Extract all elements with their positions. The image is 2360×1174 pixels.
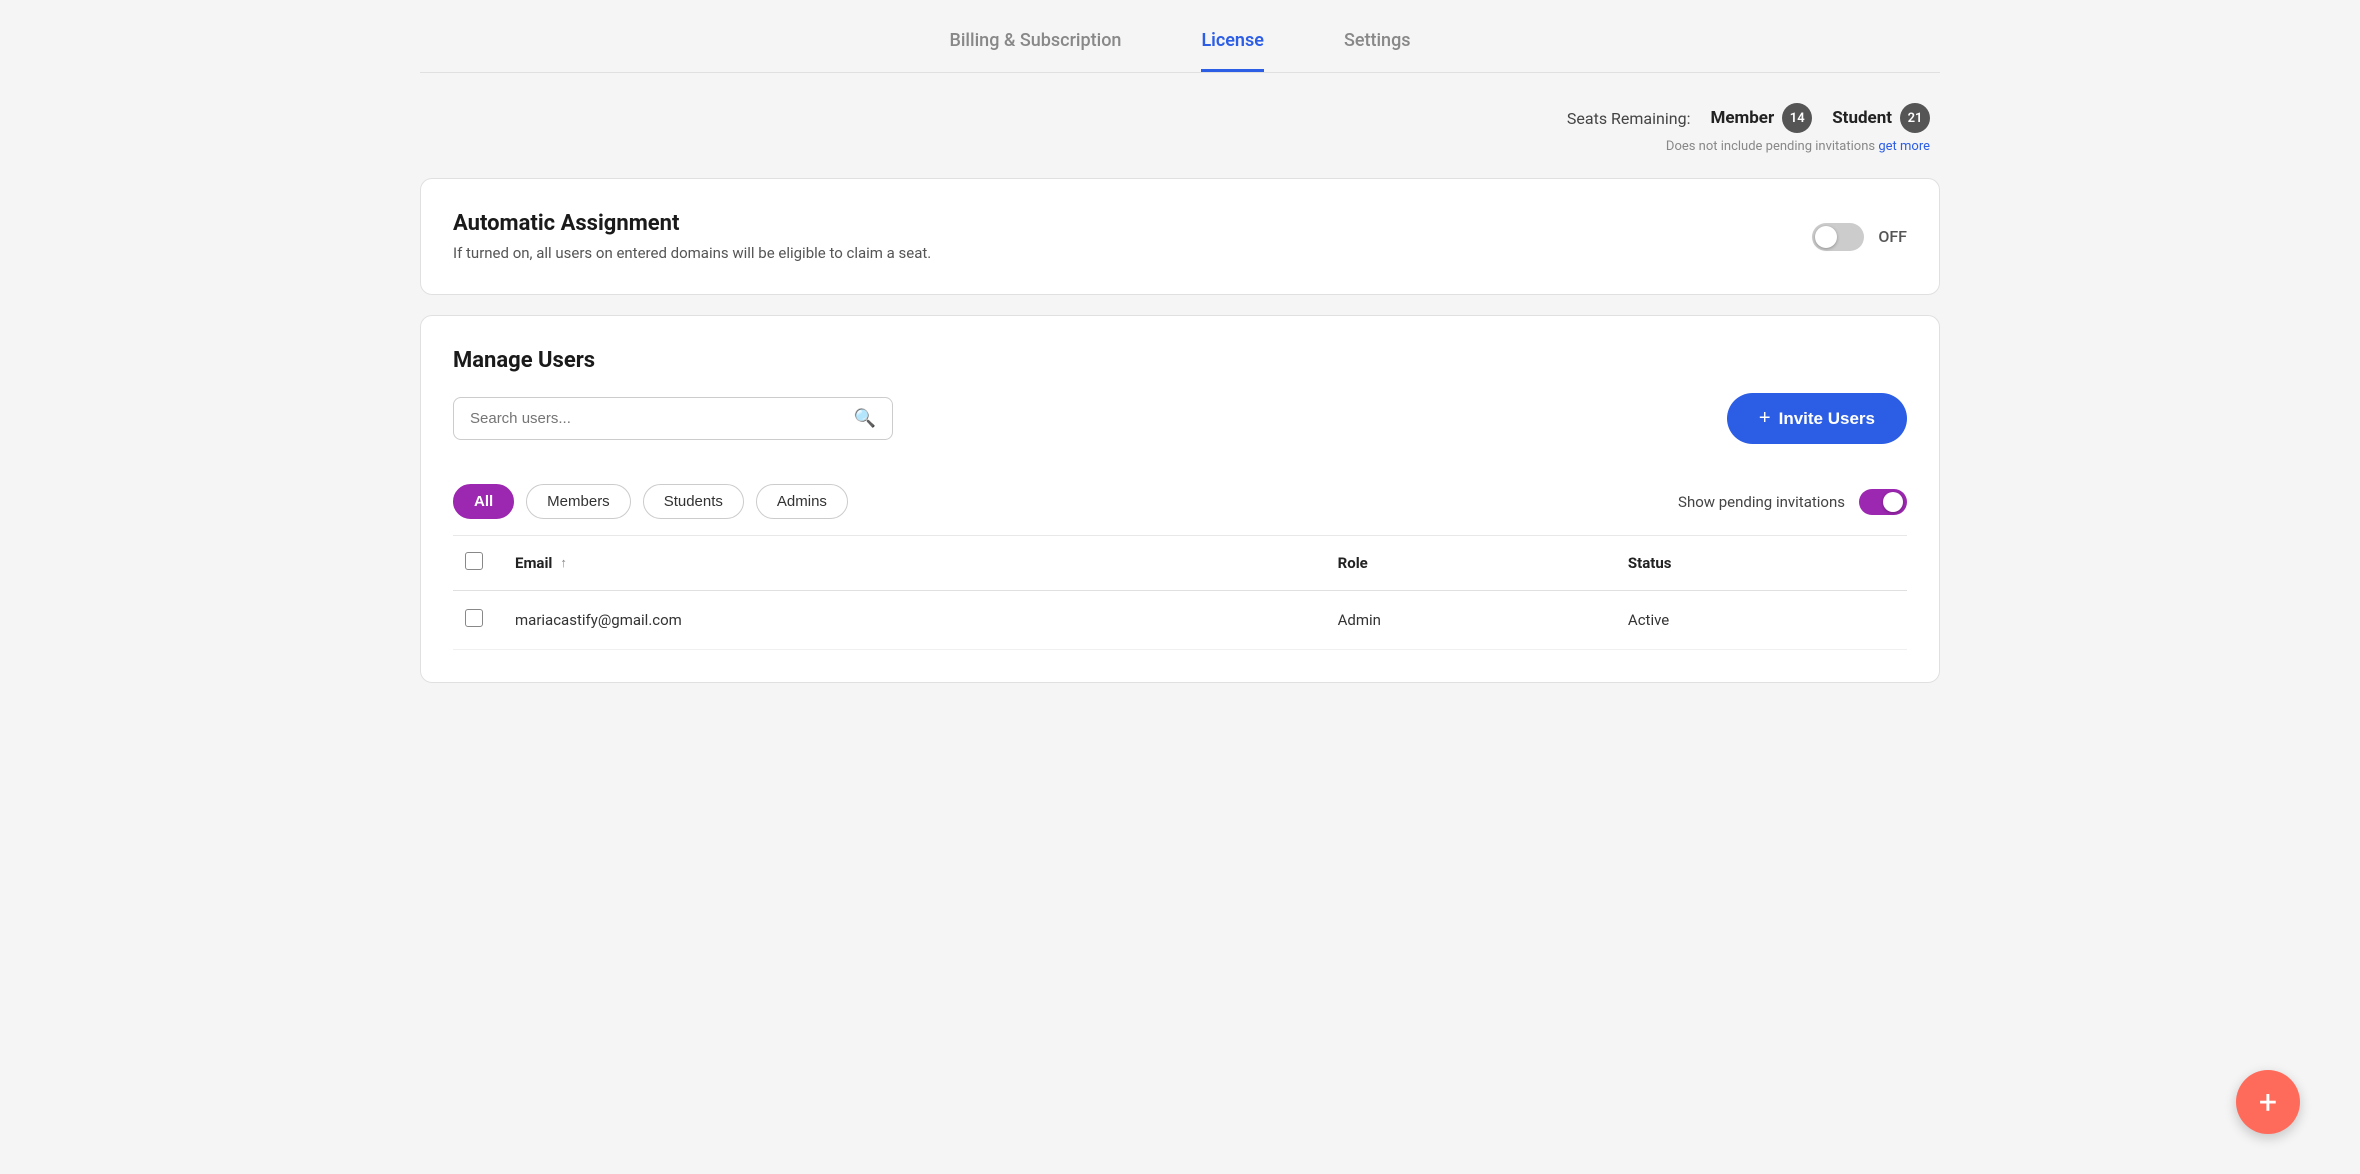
table-body: mariacastify@gmail.com Admin Active	[453, 591, 1907, 650]
member-count-badge: 14	[1782, 103, 1812, 133]
auto-assignment-title: Automatic Assignment	[453, 211, 931, 236]
student-count-badge: 21	[1900, 103, 1930, 133]
search-input[interactable]	[470, 410, 854, 427]
invite-users-label: Invite Users	[1779, 409, 1875, 429]
email-column-label: Email	[515, 554, 552, 572]
tab-bar: Billing & Subscription License Settings	[420, 0, 1940, 73]
table-header-email[interactable]: Email ↑	[503, 536, 1326, 591]
student-seat-group: Student 21	[1832, 103, 1930, 133]
invite-plus-icon: +	[1759, 407, 1771, 430]
table-header: Email ↑ Role Status	[453, 536, 1907, 591]
select-all-checkbox[interactable]	[465, 552, 483, 570]
manage-users-card: Manage Users 🔍 + Invite Users All Member…	[420, 315, 1940, 683]
pending-toggle-row: Show pending invitations	[1678, 489, 1907, 515]
user-table: Email ↑ Role Status mariacastify@gmail.c…	[453, 536, 1907, 650]
row-checkbox-cell	[453, 591, 503, 650]
seats-label: Seats Remaining:	[1567, 109, 1691, 128]
fab-icon: +	[2259, 1083, 2277, 1121]
seats-section: Seats Remaining: Member 14 Student 21 Do…	[420, 103, 1940, 154]
member-seat-group: Member 14	[1710, 103, 1812, 133]
auto-assignment-card: Automatic Assignment If turned on, all u…	[420, 178, 1940, 295]
pending-invitations-toggle[interactable]	[1859, 489, 1907, 515]
student-label: Student	[1832, 108, 1892, 128]
search-icon: 🔍	[854, 408, 876, 429]
search-box[interactable]: 🔍	[453, 397, 893, 440]
tab-settings[interactable]: Settings	[1344, 30, 1411, 72]
table-header-role: Role	[1326, 536, 1616, 591]
auto-assignment-text: Automatic Assignment If turned on, all u…	[453, 211, 931, 262]
row-email: mariacastify@gmail.com	[503, 591, 1326, 650]
auto-assignment-toggle-area: OFF	[1812, 223, 1907, 251]
get-more-link[interactable]: get more	[1878, 139, 1930, 154]
filter-row: All Members Students Admins Show pending…	[453, 468, 1907, 536]
tab-billing[interactable]: Billing & Subscription	[949, 30, 1121, 72]
auto-assignment-toggle-label: OFF	[1878, 227, 1907, 246]
manage-users-title: Manage Users	[453, 348, 1907, 373]
invite-users-button[interactable]: + Invite Users	[1727, 393, 1907, 444]
filter-tabs: All Members Students Admins	[453, 484, 848, 519]
filter-tab-students[interactable]: Students	[643, 484, 744, 519]
filter-tab-members[interactable]: Members	[526, 484, 631, 519]
row-role: Admin	[1326, 591, 1616, 650]
member-label: Member	[1710, 108, 1774, 128]
search-invite-row: 🔍 + Invite Users	[453, 393, 1907, 444]
filter-tab-admins[interactable]: Admins	[756, 484, 848, 519]
table-header-checkbox	[453, 536, 503, 591]
email-sort-icon: ↑	[560, 555, 567, 571]
auto-assignment-toggle[interactable]	[1812, 223, 1864, 251]
table-header-status: Status	[1616, 536, 1907, 591]
row-checkbox[interactable]	[465, 609, 483, 627]
auto-assignment-description: If turned on, all users on entered domai…	[453, 244, 931, 262]
row-status: Active	[1616, 591, 1907, 650]
table-row: mariacastify@gmail.com Admin Active	[453, 591, 1907, 650]
filter-tab-all[interactable]: All	[453, 484, 514, 519]
seats-note-text: Does not include pending invitations	[1666, 139, 1875, 154]
show-pending-label: Show pending invitations	[1678, 493, 1845, 511]
fab-button[interactable]: +	[2236, 1070, 2300, 1134]
seats-note: Does not include pending invitations get…	[1666, 139, 1930, 154]
tab-license[interactable]: License	[1201, 30, 1263, 72]
